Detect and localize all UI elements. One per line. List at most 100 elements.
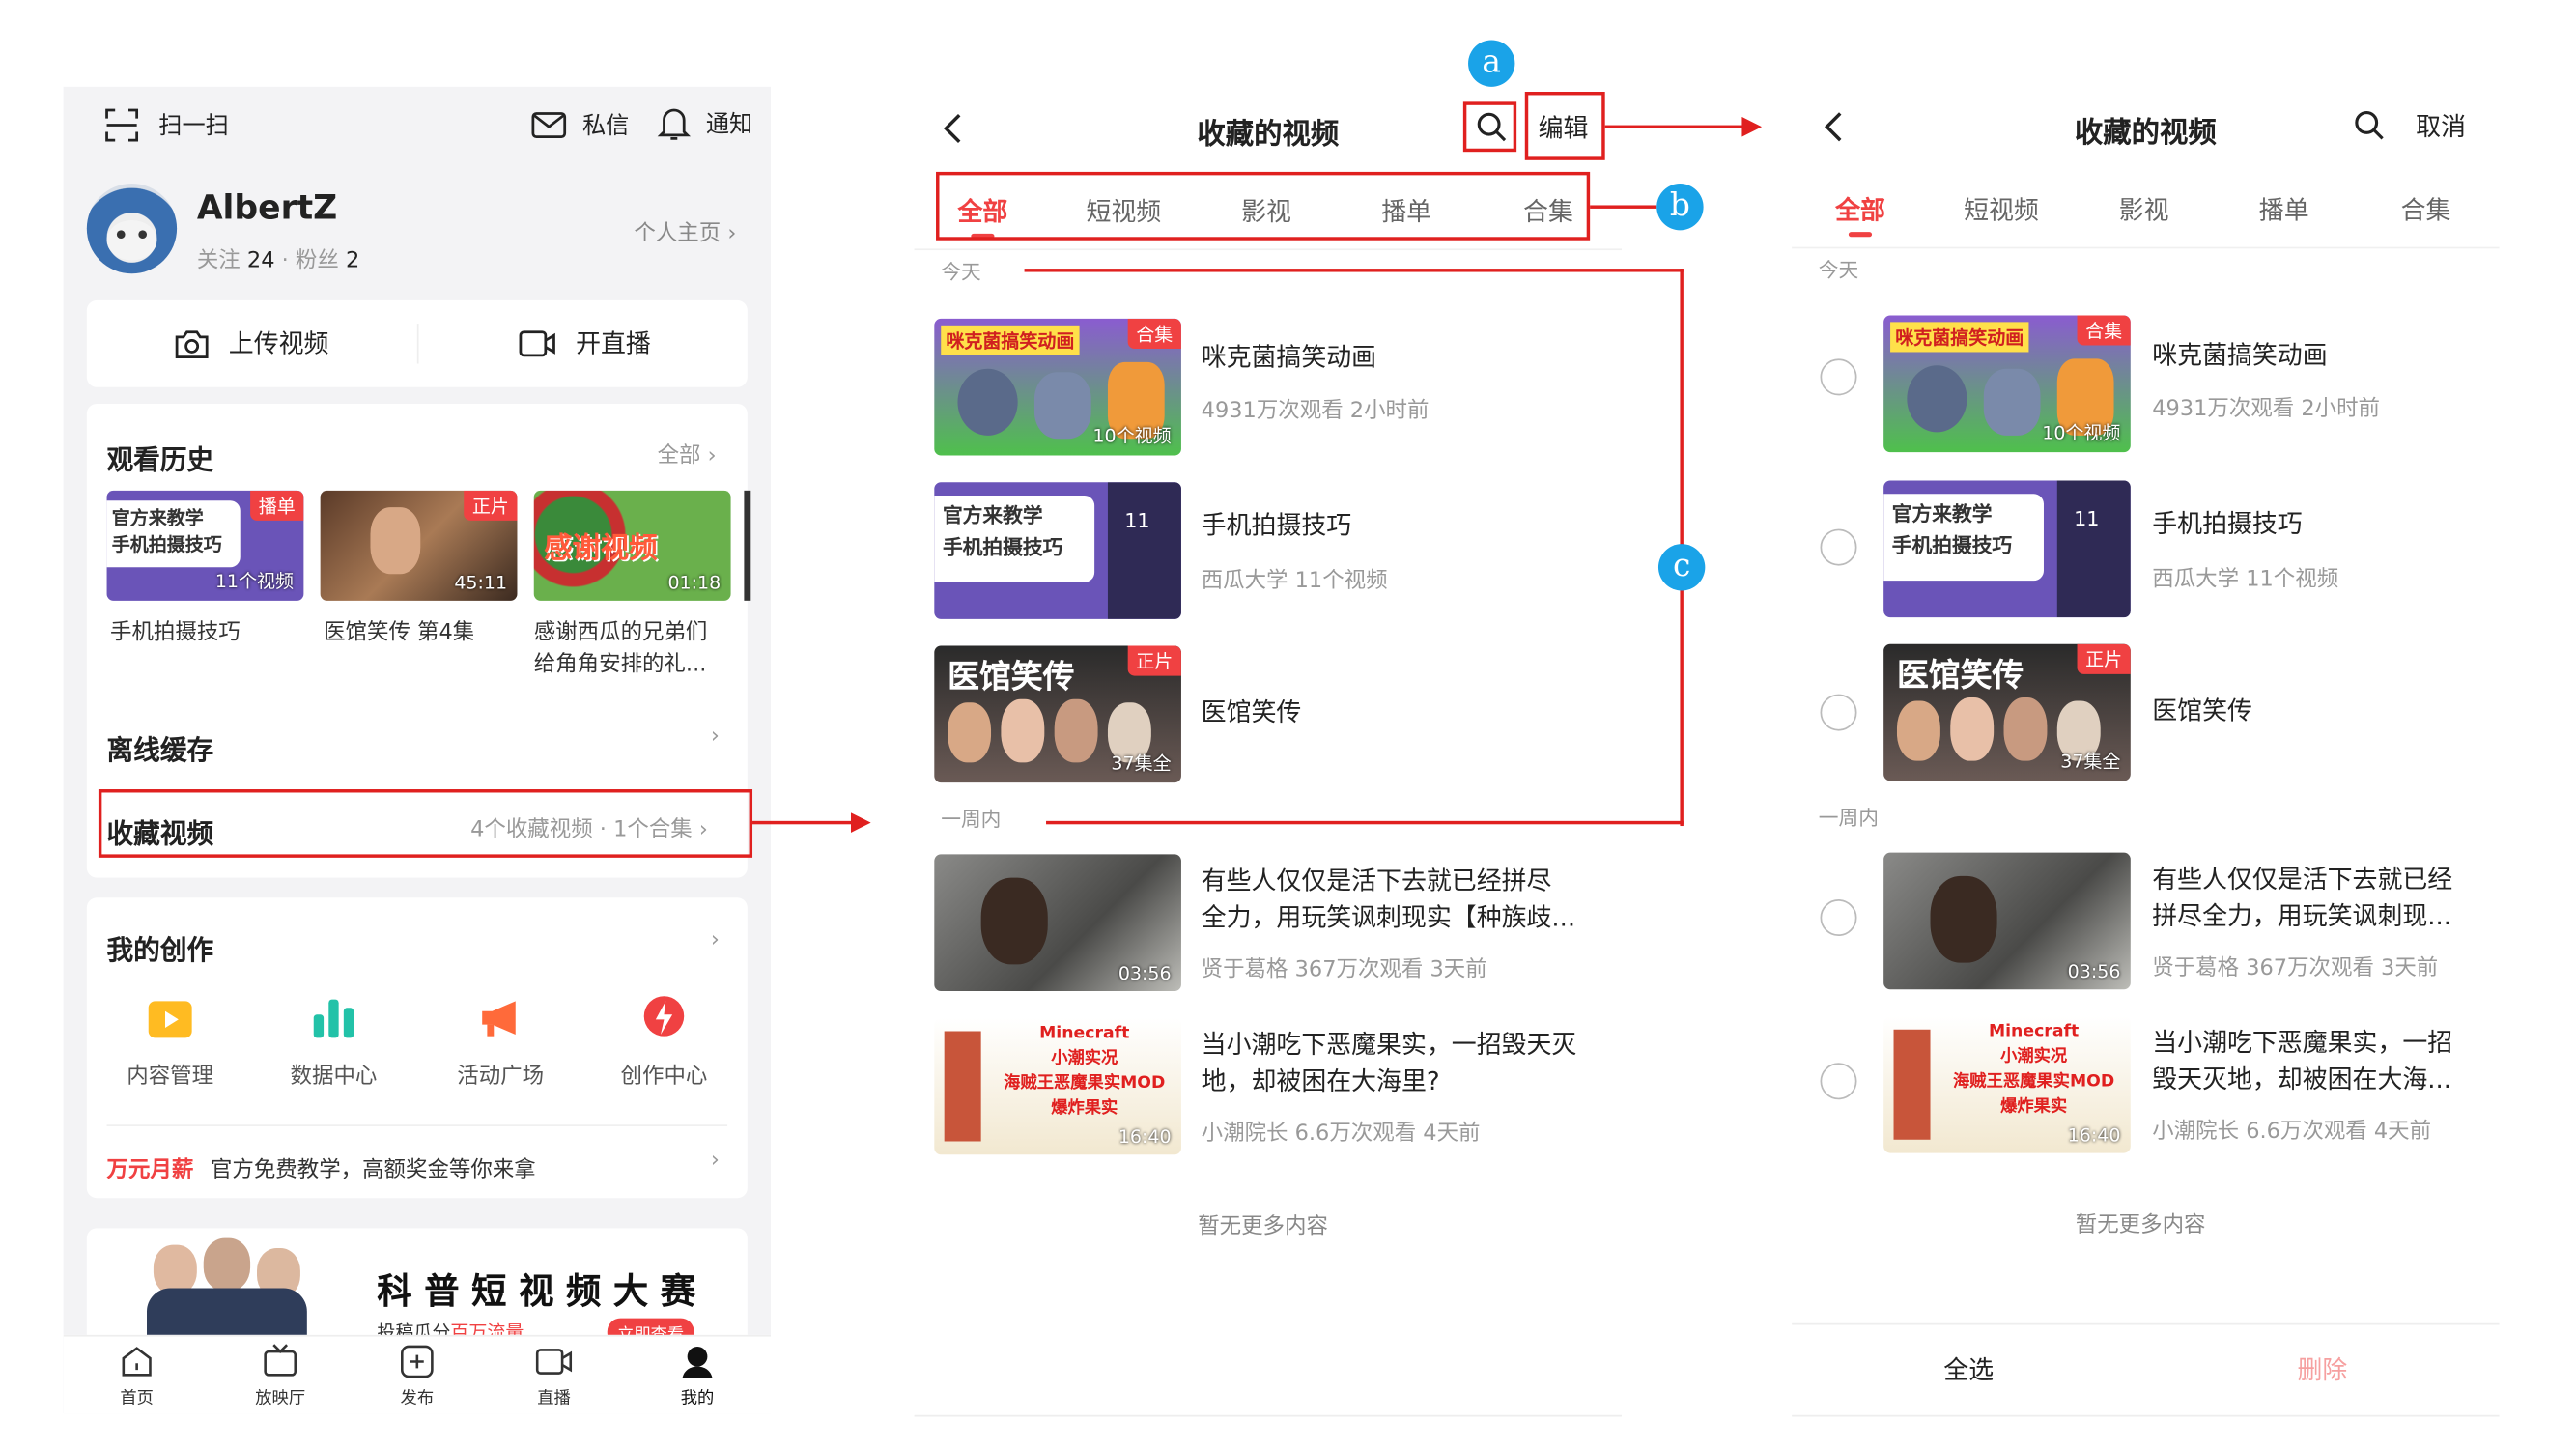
promo-row[interactable]: 万元月薪 官方免费教学，高额奖金等你来拿 xyxy=(107,1151,536,1183)
creation-label-data: 数据中心 xyxy=(290,1065,378,1090)
live-button[interactable]: 开直播 xyxy=(517,326,651,360)
video-title-1[interactable]: 咪克菌搞笑动画 xyxy=(1202,339,1376,376)
tab-film[interactable]: 影视 xyxy=(2119,192,2169,227)
creation-item-data[interactable]: 数据中心 xyxy=(270,994,397,1090)
creation-item-activity[interactable]: 活动广场 xyxy=(438,994,564,1090)
tab-playlist[interactable]: 播单 xyxy=(2259,192,2309,227)
tab-home[interactable]: 首页 xyxy=(87,1344,187,1408)
home-icon xyxy=(122,1347,152,1377)
video-thumb-2[interactable]: 官方来教学 手机拍摄技巧 11 xyxy=(934,482,1181,619)
scan-label: 扫一扫 xyxy=(158,113,229,141)
video-meta-1: 4931万次观看 2小时前 xyxy=(2152,397,2381,423)
notify-button[interactable]: 通知 xyxy=(657,105,752,142)
annotation-label-c: c xyxy=(1657,544,1706,591)
video-count-2: 11 xyxy=(1124,508,1150,533)
history-caption-2: 医馆笑传 第4集 xyxy=(324,620,475,646)
video-title-2[interactable]: 手机拍摄技巧 xyxy=(1202,507,1351,544)
category-tabs: 全部 短视频 影视 播单 合集 xyxy=(1812,179,2466,245)
fans-label: · 粉丝 xyxy=(281,248,339,274)
scan-button[interactable]: 扫一扫 xyxy=(103,107,229,144)
video-thumb-1[interactable]: 咪克菌搞笑动画 合集 10个视频 xyxy=(934,318,1181,456)
video-thumb-5[interactable]: Minecraft 小潮实况 海贼王恶魔果实MOD 爆炸果实 16:40 xyxy=(1883,1015,2131,1153)
no-more-content: 暂无更多内容 xyxy=(2075,1212,2206,1238)
history-dur-1: 11个视频 xyxy=(214,570,295,593)
select-radio-2[interactable] xyxy=(1820,528,1857,566)
tab-collection[interactable]: 合集 xyxy=(2401,192,2451,227)
delete-button[interactable]: 删除 xyxy=(2145,1325,2499,1415)
thumb-art-text: 医馆笑传 xyxy=(1896,657,2024,695)
select-radio-3[interactable] xyxy=(1820,694,1857,731)
video-title-3[interactable]: 医馆笑传 xyxy=(1202,695,1302,731)
chevron-right-icon: › xyxy=(721,221,737,247)
video-thumb-4[interactable]: 03:56 xyxy=(934,854,1181,992)
video-title-4[interactable]: 有些人仅仅是活下去就已经 拼尽全力，用玩笑讽刺现... xyxy=(2152,861,2452,934)
tv-icon xyxy=(264,1344,297,1377)
select-radio-1[interactable] xyxy=(1820,358,1857,396)
video-meta-2: 西瓜大学 11个视频 xyxy=(1201,569,1388,594)
video-title-5[interactable]: 当小潮吃下恶魔果实，一招 毁天灭地，却被困在大海... xyxy=(2152,1025,2452,1098)
profile-link[interactable]: 个人主页 › xyxy=(634,215,736,247)
annotation-box-edit xyxy=(1524,92,1605,160)
select-all-button[interactable]: 全选 xyxy=(1792,1325,2145,1415)
offline-title: 离线缓存 xyxy=(106,734,214,766)
video-title-3[interactable]: 医馆笑传 xyxy=(2152,693,2252,729)
creation-card: 我的创作 › 内容管理 数据中心 活动广场 创作中心 万元月薪 官方免费教学，高… xyxy=(86,897,748,1199)
video-thumb-5[interactable]: Minecraft 小潮实况 海贼王恶魔果实MOD 爆炸果实 16:40 xyxy=(934,1017,1181,1155)
history-dur-2: 45:11 xyxy=(454,572,508,594)
thumb-art-text: 咪克菌搞笑动画 xyxy=(1890,322,2029,353)
megaphone-icon xyxy=(482,1001,516,1037)
tab-short-video[interactable]: 短视频 xyxy=(1964,192,2039,227)
select-radio-4[interactable] xyxy=(1820,899,1857,937)
section-week: 一周内 xyxy=(941,808,1002,832)
history-badge-2: 正片 xyxy=(464,490,518,521)
video-dur-4: 03:56 xyxy=(1118,962,1172,985)
video-meta-4: 贤于葛格 367万次观看 3天前 xyxy=(1201,957,1487,983)
video-thumb-3[interactable]: 医馆笑传 正片 37集全 xyxy=(934,645,1181,783)
contest-banner[interactable]: 科 普 短 视 频 大 赛 投稿瓜分百万流量 立即查看 xyxy=(86,1228,748,1346)
tab-me[interactable]: 我的 xyxy=(647,1344,748,1408)
annotation-line xyxy=(752,820,857,825)
no-more-content: 暂无更多内容 xyxy=(1198,1214,1328,1240)
thumb-art-text: 咪克菌搞笑动画 xyxy=(941,325,1080,355)
history-thumb-3[interactable]: 感谢视频 01:18 xyxy=(533,490,731,601)
tab-theater[interactable]: 放映厅 xyxy=(230,1344,330,1408)
avatar[interactable] xyxy=(86,184,178,274)
video-title-5[interactable]: 当小潮吃下恶魔果实，一招毁天灭 地，却被困在大海里? xyxy=(1202,1026,1577,1099)
history-thumb-1[interactable]: 官方来教学 手机拍摄技巧 播单 11个视频 xyxy=(106,490,304,601)
chevron-right-icon: › xyxy=(710,1148,720,1174)
cancel-button[interactable]: 取消 xyxy=(2416,108,2466,143)
arrow-right-icon xyxy=(1741,116,1763,137)
video-thumb-3[interactable]: 医馆笑传 正片 37集全 xyxy=(1883,643,2131,781)
annotation-box-search xyxy=(1462,101,1517,153)
tab-all[interactable]: 全部 xyxy=(1835,192,1885,227)
video-dur-5: 16:40 xyxy=(1118,1125,1172,1149)
select-radio-5[interactable] xyxy=(1820,1063,1857,1100)
video-dur-4: 03:56 xyxy=(2067,960,2121,983)
profile-link-label: 个人主页 xyxy=(634,221,722,247)
video-thumb-2[interactable]: 官方来教学 手机拍摄技巧 11 xyxy=(1883,480,2131,618)
video-thumb-4[interactable]: 03:56 xyxy=(1883,852,2131,990)
history-caption-3: 感谢西瓜的兄弟们 给角角安排的礼... xyxy=(533,620,708,678)
tab-publish[interactable]: 发布 xyxy=(367,1344,467,1408)
history-all-label: 全部 xyxy=(657,443,701,469)
video-title-1[interactable]: 咪克菌搞笑动画 xyxy=(2152,337,2327,374)
tab-publish-label: 发布 xyxy=(400,1389,435,1408)
favorites-edit-screen: 收藏的视频 取消 全部 短视频 影视 播单 合集 今天 咪克菌搞笑动画 合集 1… xyxy=(1792,86,2500,1417)
thumb-art-text: Minecraft 小潮实况 海贼王恶魔果实MOD 爆炸果实 xyxy=(1004,1024,1166,1119)
thumb-art-text: Minecraft 小潮实况 海贼王恶魔果实MOD 爆炸果实 xyxy=(1953,1022,2115,1117)
video-title-2[interactable]: 手机拍摄技巧 xyxy=(2152,505,2302,542)
video-camera-icon xyxy=(519,329,555,356)
creation-item-center[interactable]: 创作中心 xyxy=(601,994,727,1090)
creation-item-content[interactable]: 内容管理 xyxy=(107,994,234,1090)
tab-live[interactable]: 直播 xyxy=(504,1344,605,1408)
video-title-4[interactable]: 有些人仅仅是活下去就已经拼尽 全力，用玩笑讽刺现实【种族歧... xyxy=(1202,863,1575,936)
video-meta-1: 4931万次观看 2小时前 xyxy=(1201,398,1430,424)
upload-button[interactable]: 上传视频 xyxy=(174,326,328,360)
history-all-link[interactable]: 全部 › xyxy=(658,438,717,469)
message-button[interactable]: 私信 xyxy=(530,107,629,141)
history-thumb-2[interactable]: 正片 45:11 xyxy=(320,490,518,601)
video-badge-1: 合集 xyxy=(1127,318,1181,350)
search-button[interactable] xyxy=(2353,108,2387,142)
thumb-art-text: 感谢视频 xyxy=(544,532,658,566)
video-thumb-1[interactable]: 咪克菌搞笑动画 合集 10个视频 xyxy=(1883,315,2131,453)
